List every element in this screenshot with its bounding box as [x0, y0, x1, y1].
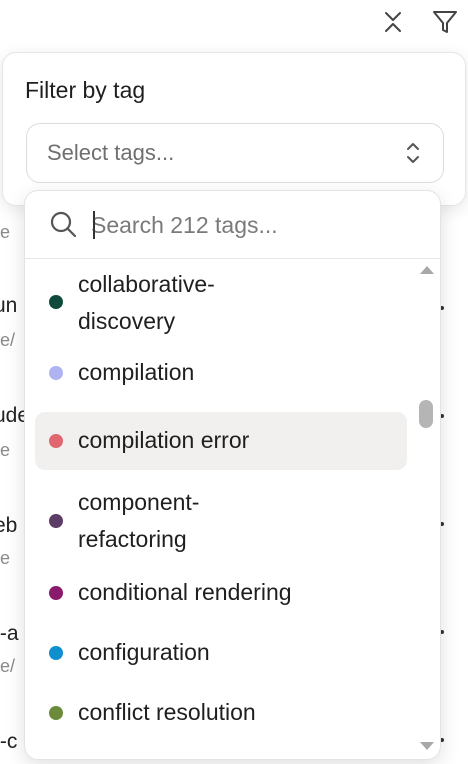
background-row-title: un: [0, 294, 18, 317]
tag-label: compilation error: [78, 427, 250, 453]
tag-item[interactable]: conditional rendering: [35, 571, 407, 615]
toolbar: [378, 6, 460, 38]
background-row-subtitle: le/: [0, 656, 16, 676]
background-row-subtitle: le/: [0, 330, 16, 350]
tag-select[interactable]: Select tags...: [26, 123, 444, 183]
tag-item[interactable]: compilation: [35, 351, 407, 395]
scroll-down-arrow-icon[interactable]: [420, 742, 434, 750]
tag-item-highlighted[interactable]: compilation error: [35, 412, 407, 470]
tag-color-dot: [49, 295, 63, 309]
collapse-all-button[interactable]: [378, 6, 408, 38]
tag-label-continued: refactoring: [78, 526, 187, 552]
tag-item[interactable]: component- refactoring: [35, 483, 407, 559]
tag-item[interactable]: configuration: [35, 631, 407, 675]
background-row-title: t-a: [0, 622, 19, 645]
tag-list: collaborative- discovery compilation com…: [25, 260, 417, 759]
background-row-subtitle: le: [0, 548, 11, 568]
tag-color-dot: [49, 586, 63, 600]
filter-popover: Filter by tag Select tags...: [2, 52, 466, 206]
background-row-title: t-c: [0, 730, 18, 753]
tag-search-row: [25, 191, 440, 259]
filter-icon: [433, 11, 457, 33]
tag-search-input[interactable]: [91, 205, 411, 245]
filter-button[interactable]: [430, 6, 460, 38]
tag-dropdown: collaborative- discovery compilation com…: [24, 190, 441, 760]
tag-label-continued: discovery: [78, 308, 176, 334]
tag-label: configuration: [78, 639, 210, 665]
tag-label: component-: [78, 489, 200, 515]
page: l le un le/ ude le eb le t-a le/ t-c: [0, 0, 468, 764]
tag-label: collaborative-: [78, 271, 215, 297]
background-row-subtitle: le: [0, 222, 11, 242]
search-icon: [50, 211, 77, 238]
tag-label: conflict resolution: [78, 699, 256, 725]
tag-color-dot: [49, 434, 63, 448]
background-row-subtitle: le: [0, 440, 11, 460]
tag-item[interactable]: collaborative- discovery: [35, 264, 407, 340]
text-caret: [93, 211, 95, 239]
tag-label: compilation: [78, 359, 195, 385]
collapse-icon: [385, 12, 401, 32]
tag-color-dot: [49, 706, 63, 720]
tag-select-placeholder: Select tags...: [47, 140, 175, 165]
tag-list-scrollbar[interactable]: [414, 260, 440, 759]
background-row-title: eb: [0, 514, 18, 537]
tag-color-dot: [49, 366, 63, 380]
chevron-up-down-icon: [407, 143, 419, 163]
scroll-thumb[interactable]: [419, 400, 433, 428]
tag-color-dot: [49, 646, 63, 660]
popover-title: Filter by tag: [25, 77, 146, 103]
scroll-up-arrow-icon[interactable]: [420, 266, 434, 274]
tag-item[interactable]: conflict resolution: [35, 691, 407, 735]
tag-color-dot: [49, 514, 63, 528]
tag-label: conditional rendering: [78, 579, 292, 605]
